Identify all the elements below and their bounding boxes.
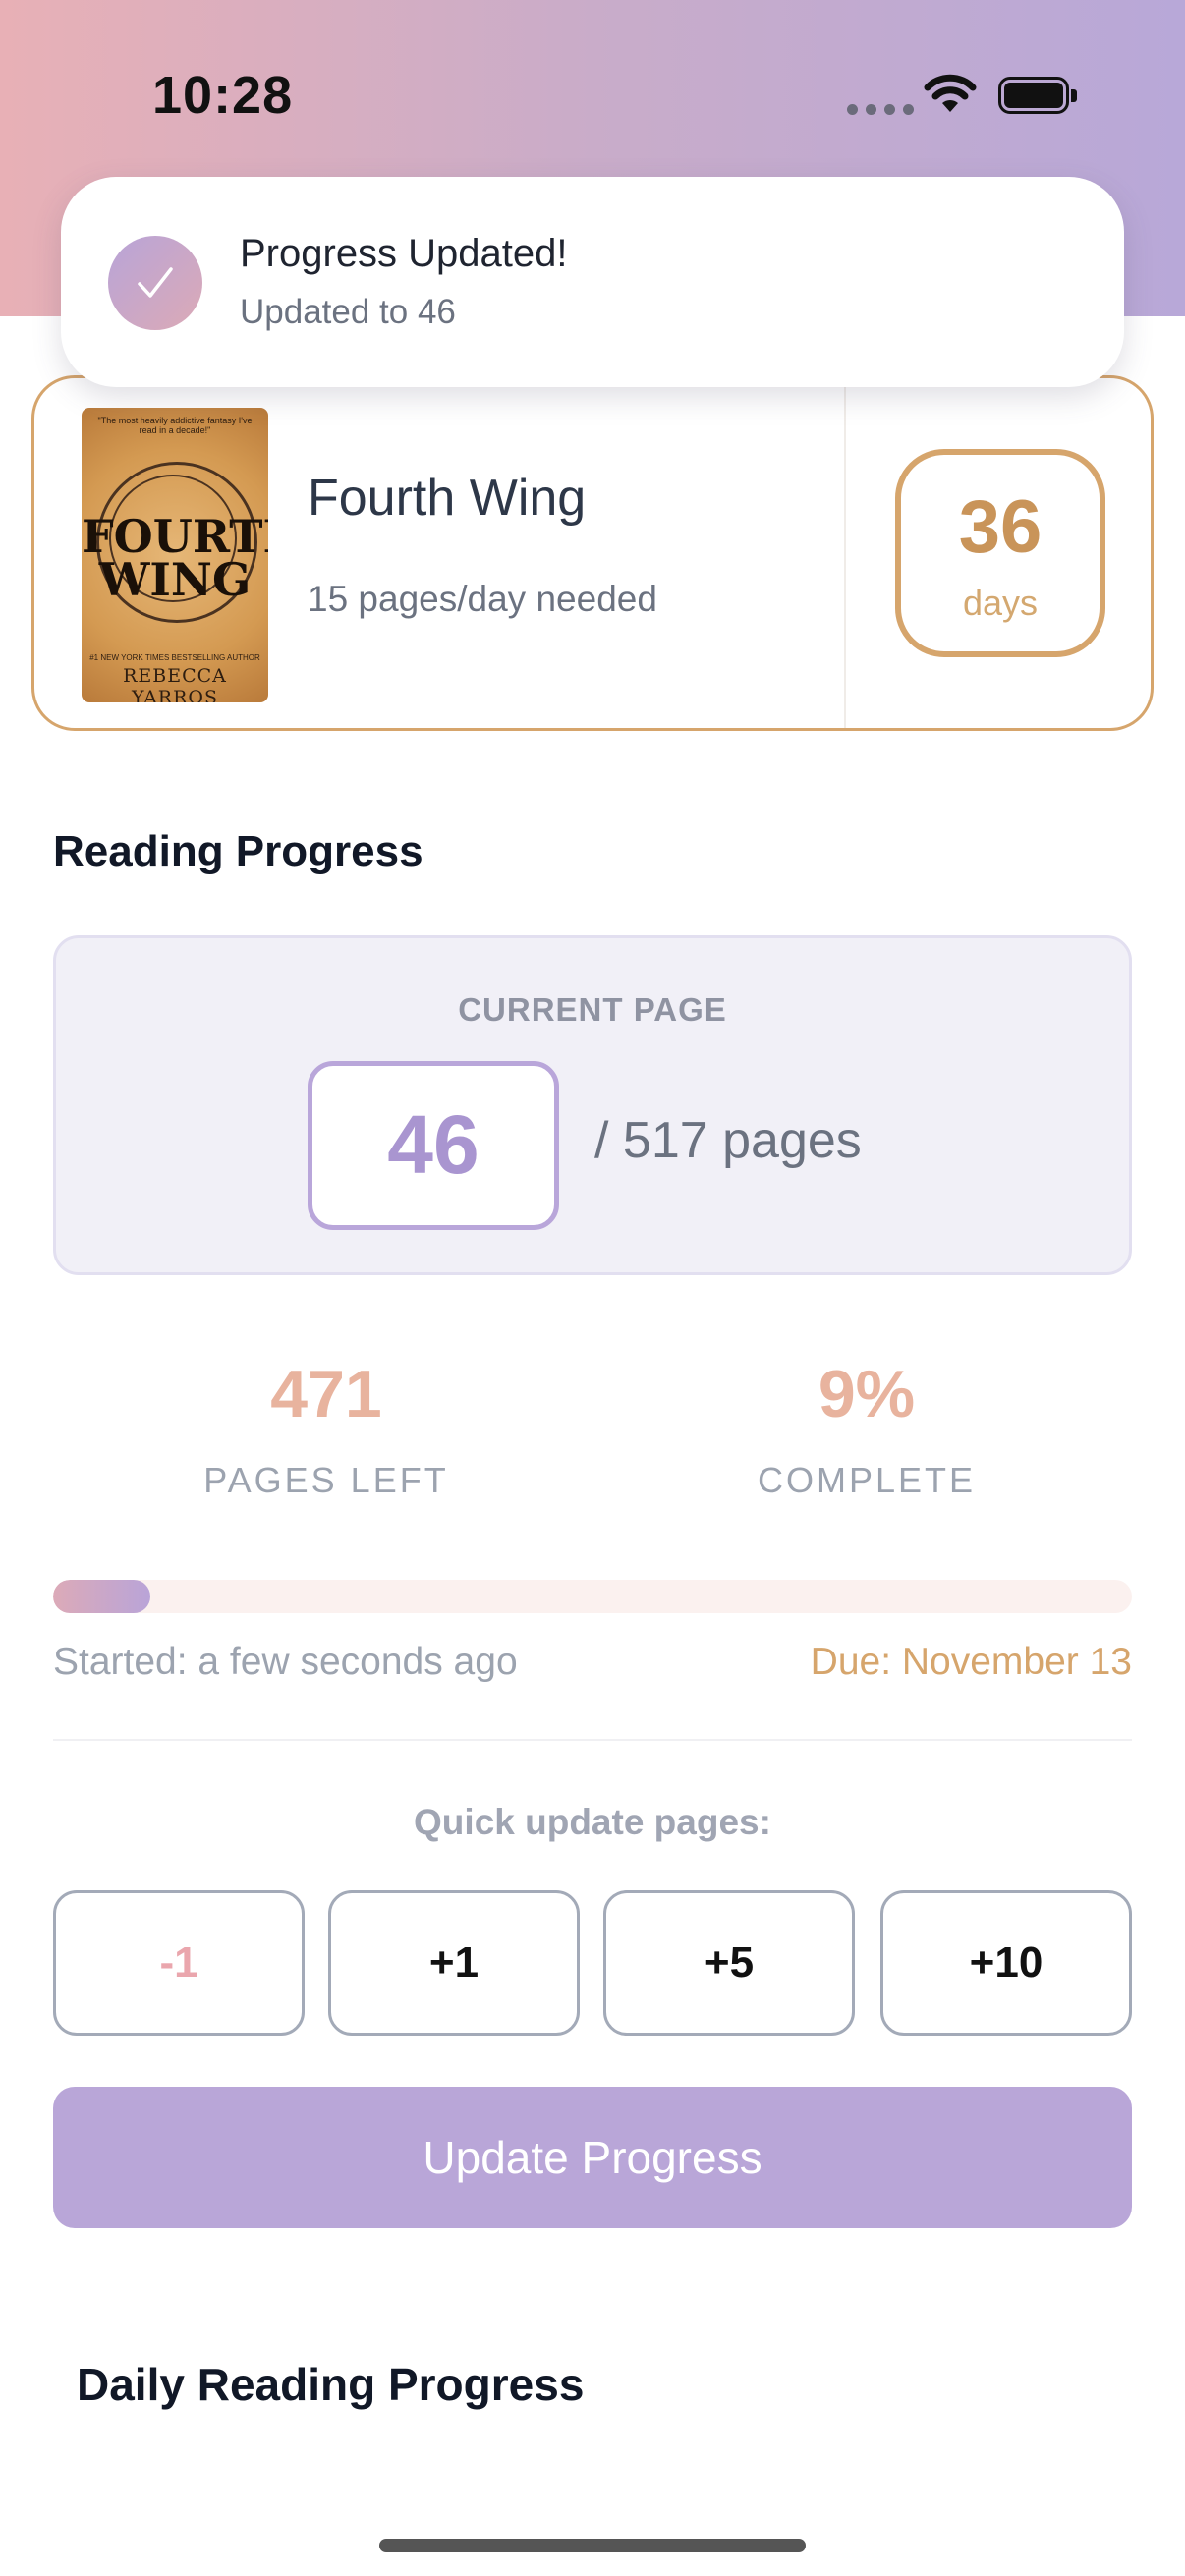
toast-subtitle: Updated to 46 [240,293,456,331]
quick-minus-1-button[interactable]: -1 [53,1890,305,2036]
current-page-input[interactable]: 46 [308,1061,559,1230]
wifi-icon [924,74,977,112]
due-date: Due: November 13 [810,1641,1132,1683]
pages-left-value: 471 [270,1357,382,1431]
quick-update-label: Quick update pages: [414,1802,771,1842]
days-count: 36 [958,485,1043,569]
days-label: days [962,583,1039,623]
book-cover: "The most heavily addictive fantasy I've… [82,408,268,702]
card-divider [844,378,846,728]
started-text: Started: a few seconds ago [53,1641,518,1683]
signal-icon [847,104,914,115]
pages-left-label: PAGES LEFT [203,1460,449,1500]
check-circle-icon [108,236,202,330]
update-progress-button[interactable]: Update Progress [53,2087,1132,2228]
complete-label: COMPLETE [757,1460,977,1500]
book-card[interactable]: "The most heavily addictive fantasy I've… [31,375,1154,731]
percent-complete-value: 9% [818,1357,916,1431]
current-page-panel: CURRENT PAGE 46 / 517 pages [53,935,1132,1275]
toast-notification[interactable]: Progress Updated! Updated to 46 [61,177,1124,387]
status-time: 10:28 [152,66,294,125]
status-bar: 10:28 [0,0,1185,177]
current-page-label: CURRENT PAGE [458,991,727,1028]
quick-plus-10-button[interactable]: +10 [880,1890,1132,2036]
progress-bar-fill [53,1580,150,1613]
book-title: Fourth Wing [308,470,587,527]
pages-per-day: 15 pages/day needed [308,579,657,619]
toast-title: Progress Updated! [240,232,568,275]
divider [53,1739,1132,1741]
home-indicator[interactable] [379,2539,806,2552]
battery-icon [998,77,1077,116]
quick-plus-1-button[interactable]: +1 [328,1890,580,2036]
daily-reading-progress-title: Daily Reading Progress [77,2359,585,2410]
quick-plus-5-button[interactable]: +5 [603,1890,855,2036]
reading-progress-title: Reading Progress [53,827,423,875]
progress-bar [53,1580,1132,1613]
days-remaining-badge: 36 days [895,449,1105,657]
total-pages: / 517 pages [594,1112,862,1169]
